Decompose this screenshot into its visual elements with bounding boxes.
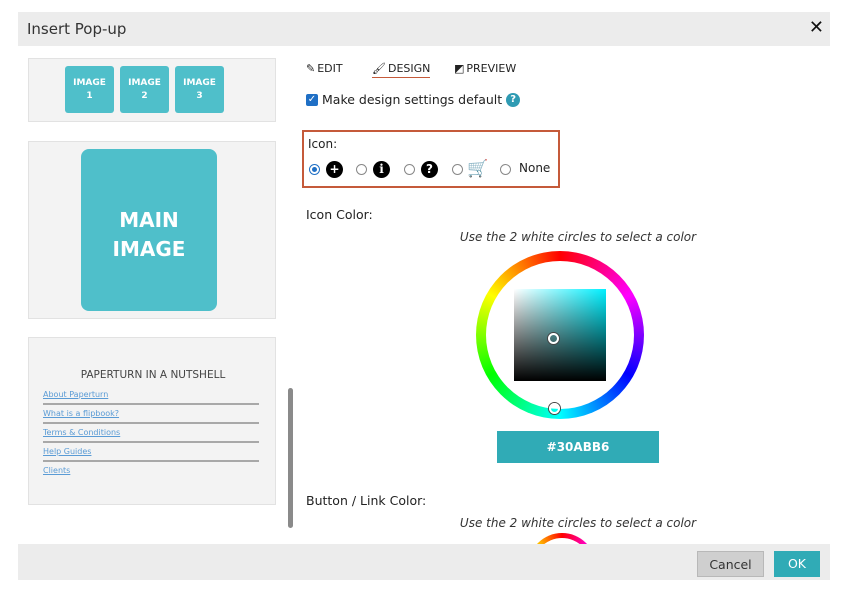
button-link-color-label: Button / Link Color: bbox=[306, 493, 427, 508]
dialog-titlebar: Insert Pop-up ✕ bbox=[18, 12, 830, 46]
settings-panel: ✎ EDIT 🖌 DESIGN ◩ PREVIEW ✓ Make design set… bbox=[298, 46, 830, 544]
icon-none-label: None bbox=[519, 161, 551, 175]
thumbnail-label: IMAGE bbox=[73, 78, 106, 88]
link-terms[interactable]: Terms & Conditions bbox=[43, 424, 259, 443]
left-scrollbar[interactable] bbox=[288, 388, 293, 528]
main-image-label: MAIN bbox=[119, 208, 179, 232]
radio-cart-icon[interactable] bbox=[452, 164, 463, 175]
link-what-is-flipbook[interactable]: What is a flipbook? bbox=[43, 405, 259, 424]
icon-color-label: Icon Color: bbox=[306, 207, 373, 222]
icon-selector: Icon: + i ? 🛒 None bbox=[302, 130, 560, 188]
icon-label: Icon: bbox=[308, 137, 338, 151]
info-circle-icon: i bbox=[373, 161, 390, 178]
radio-question-icon[interactable] bbox=[404, 164, 415, 175]
thumbnail-image-2[interactable]: IMAGE 2 bbox=[120, 66, 169, 113]
thumbnail-number: 3 bbox=[196, 91, 203, 101]
radio-none[interactable] bbox=[500, 164, 511, 175]
ok-button[interactable]: OK bbox=[774, 551, 820, 577]
radio-plus-icon[interactable] bbox=[309, 164, 320, 175]
plus-circle-icon: + bbox=[326, 161, 343, 178]
color-wheel[interactable] bbox=[476, 251, 644, 419]
link-clients[interactable]: Clients bbox=[43, 462, 259, 481]
button-color-wheel[interactable] bbox=[528, 533, 596, 544]
saturation-handle[interactable] bbox=[548, 333, 559, 344]
tab-label: EDIT bbox=[317, 62, 343, 75]
insert-popup-dialog: Insert Pop-up ✕ IMAGE 1 IMAGE 2 IMAGE 3 … bbox=[18, 12, 830, 580]
default-settings-label: Make design settings default bbox=[322, 92, 503, 107]
radio-info-icon[interactable] bbox=[356, 164, 367, 175]
tab-edit[interactable]: ✎ EDIT bbox=[306, 62, 343, 75]
cart-icon: 🛒 bbox=[467, 159, 489, 179]
tab-design[interactable]: 🖌 DESIGN bbox=[372, 62, 431, 78]
preview-icon: ◩ bbox=[454, 62, 465, 75]
default-settings-row: ✓ Make design settings default ? bbox=[306, 92, 521, 107]
links-card: PAPERTURN IN A NUTSHELL About Paperturn … bbox=[28, 337, 276, 505]
link-help-guides[interactable]: Help Guides bbox=[43, 443, 259, 462]
dialog-footer: Cancel OK bbox=[18, 544, 830, 580]
help-icon[interactable]: ? bbox=[506, 92, 521, 107]
color-hint: Use the 2 white circles to select a colo… bbox=[459, 230, 697, 244]
dialog-title: Insert Pop-up bbox=[27, 20, 127, 38]
tab-label: PREVIEW bbox=[466, 62, 517, 75]
default-settings-checkbox[interactable]: ✓ bbox=[306, 93, 318, 106]
link-about-paperturn[interactable]: About Paperturn bbox=[43, 386, 259, 405]
tab-label: DESIGN bbox=[387, 62, 431, 75]
thumbnail-image-3[interactable]: IMAGE 3 bbox=[175, 66, 224, 113]
saturation-square[interactable] bbox=[514, 289, 606, 381]
thumbnail-number: 1 bbox=[86, 91, 93, 101]
thumbnail-number: 2 bbox=[141, 91, 148, 101]
main-image-card: MAIN IMAGE bbox=[28, 141, 276, 319]
close-icon[interactable]: ✕ bbox=[809, 17, 824, 38]
icon-color-hex[interactable]: #30ABB6 bbox=[497, 431, 659, 463]
thumbnail-label: IMAGE bbox=[128, 78, 161, 88]
main-image[interactable]: MAIN IMAGE bbox=[81, 149, 217, 311]
tab-preview[interactable]: ◩ PREVIEW bbox=[454, 62, 516, 75]
preview-panel: IMAGE 1 IMAGE 2 IMAGE 3 MAIN IMAGE PAPER… bbox=[18, 46, 298, 544]
links-title: PAPERTURN IN A NUTSHELL bbox=[80, 369, 226, 381]
pencil-icon: ✎ bbox=[306, 62, 316, 75]
main-image-label: IMAGE bbox=[112, 237, 186, 261]
cancel-button[interactable]: Cancel bbox=[697, 551, 764, 577]
hue-handle[interactable] bbox=[549, 403, 560, 414]
thumbnail-label: IMAGE bbox=[183, 78, 216, 88]
thumbnail-image-1[interactable]: IMAGE 1 bbox=[65, 66, 114, 113]
color-hint-2: Use the 2 white circles to select a colo… bbox=[459, 516, 697, 530]
brush-icon: 🖌 bbox=[372, 62, 386, 75]
thumbnail-card: IMAGE 1 IMAGE 2 IMAGE 3 bbox=[28, 58, 276, 122]
question-circle-icon: ? bbox=[421, 161, 438, 178]
